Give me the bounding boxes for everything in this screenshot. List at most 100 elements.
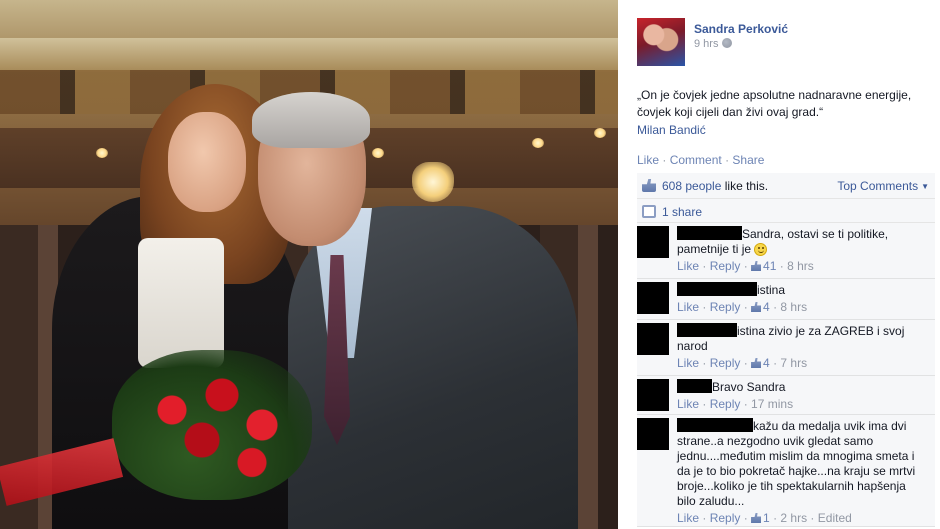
comment-text: istina zivio je za ZAGREB i svoj narod xyxy=(677,323,927,354)
comment-time[interactable]: 17 mins xyxy=(751,397,793,411)
post-photo[interactable] xyxy=(0,0,618,529)
comment-like-link[interactable]: Like xyxy=(677,259,699,273)
likes-suffix: like this. xyxy=(724,179,769,193)
comment-actions: Like · Reply · 1 · 2 hrs · Edited xyxy=(677,511,852,525)
thumbs-up-icon xyxy=(751,261,762,271)
post-actions: Like · Comment · Share xyxy=(637,153,764,167)
redacted-name xyxy=(677,226,742,240)
separator: · xyxy=(725,153,730,167)
comment-body: istina zivio je za ZAGREB i svoj narod L… xyxy=(677,323,927,370)
wall-lamp xyxy=(594,128,606,138)
comment-list: Sandra, ostavi se ti politike, pametnije… xyxy=(637,223,935,527)
thumbs-up-icon xyxy=(751,302,762,312)
comment-like-count[interactable]: 4 xyxy=(751,300,770,314)
woman-blouse xyxy=(138,238,224,368)
shares-count: 1 share xyxy=(662,205,703,219)
man-hair xyxy=(252,92,370,148)
likes-summary: 608 people like this. xyxy=(662,179,768,193)
commenter-avatar-redacted[interactable] xyxy=(637,379,669,411)
top-comments-label: Top Comments xyxy=(837,179,919,193)
comment: Bravo Sandra Like · Reply · 17 mins xyxy=(637,376,935,415)
comment-actions: Like · Reply · 17 mins xyxy=(677,397,794,411)
comment: Sandra, ostavi se ti politike, pametnije… xyxy=(637,223,935,279)
comment-text: Sandra, ostavi se ti politike, pametnije… xyxy=(677,226,927,257)
share-link[interactable]: Share xyxy=(732,153,764,167)
comment: kažu da medalja uvik ima dvi strane..a n… xyxy=(637,415,935,527)
smiley-icon xyxy=(754,243,768,256)
comment-like-count-value: 41 xyxy=(763,259,777,273)
comment-reply-link[interactable]: Reply xyxy=(710,300,741,314)
comment-like-count[interactable]: 1 xyxy=(751,511,770,525)
comment: istina zivio je za ZAGREB i svoj narod L… xyxy=(637,320,935,376)
comment-like-link[interactable]: Like xyxy=(677,397,699,411)
comment-link[interactable]: Comment xyxy=(670,153,722,167)
comment-message: kažu da medalja uvik ima dvi strane..a n… xyxy=(677,419,916,508)
globe-icon[interactable] xyxy=(722,38,733,48)
thumbs-up-icon xyxy=(642,179,656,192)
post-text: „On je čovjek jedne apsolutne nadnaravne… xyxy=(637,88,912,119)
comment-body: istina Like · Reply · 4 · 8 hrs xyxy=(677,282,927,314)
comment-reply-link[interactable]: Reply xyxy=(710,511,741,525)
shares-count-link[interactable]: 1 share xyxy=(662,205,702,219)
commenter-avatar-redacted[interactable] xyxy=(637,282,669,314)
comment-message: Bravo Sandra xyxy=(712,380,786,394)
shares-bar: 1 share xyxy=(637,199,935,223)
wall-lamp xyxy=(372,148,384,158)
comment-like-count[interactable]: 4 xyxy=(751,356,770,370)
comment-like-link[interactable]: Like xyxy=(677,511,699,525)
comment-actions: Like · Reply · 41 · 8 hrs xyxy=(677,259,814,273)
post-sidebar: Sandra Perković 9 hrs „On je čovjek jedn… xyxy=(618,0,940,529)
comment-like-count-value: 1 xyxy=(763,511,770,525)
comment: istina Like · Reply · 4 · 8 hrs xyxy=(637,279,935,320)
post-time[interactable]: 9 hrs xyxy=(694,38,718,50)
comment-reply-link[interactable]: Reply xyxy=(710,356,741,370)
comment-like-link[interactable]: Like xyxy=(677,356,699,370)
comment-edited-label[interactable]: Edited xyxy=(818,511,852,525)
separator: · xyxy=(662,153,667,167)
comment-like-count[interactable]: 41 xyxy=(751,259,776,273)
wall-lamp xyxy=(96,148,108,158)
commenter-avatar-redacted[interactable] xyxy=(637,323,669,355)
redacted-name xyxy=(677,282,757,296)
commenter-avatar-redacted[interactable] xyxy=(637,418,669,450)
share-icon xyxy=(642,205,656,218)
comment-text: Bravo Sandra xyxy=(677,379,927,395)
comment-body: Bravo Sandra Like · Reply · 17 mins xyxy=(677,379,927,411)
comment-time[interactable]: 2 hrs xyxy=(780,511,807,525)
theater-balcony xyxy=(0,38,618,72)
redacted-name xyxy=(677,418,753,432)
thumbs-up-icon xyxy=(751,513,762,523)
comment-text: istina xyxy=(677,282,927,298)
comment-like-count-value: 4 xyxy=(763,300,770,314)
chandelier xyxy=(412,162,454,202)
comment-time[interactable]: 8 hrs xyxy=(787,259,814,273)
comment-text: kažu da medalja uvik ima dvi strane..a n… xyxy=(677,418,927,509)
author-avatar[interactable] xyxy=(637,18,685,66)
thumbs-up-icon xyxy=(751,358,762,368)
rose-bouquet xyxy=(112,350,312,500)
redacted-name xyxy=(677,323,737,337)
comment-message: istina xyxy=(757,283,786,297)
likes-count-link[interactable]: 608 people xyxy=(662,179,721,193)
likes-bar: 608 people like this. Top Comments ▼ xyxy=(637,173,935,199)
comment-body: kažu da medalja uvik ima dvi strane..a n… xyxy=(677,418,927,525)
comment-reply-link[interactable]: Reply xyxy=(710,259,741,273)
post-meta: 9 hrs xyxy=(694,38,733,50)
tagged-person-link[interactable]: Milan Bandić xyxy=(637,123,706,137)
like-link[interactable]: Like xyxy=(637,153,659,167)
comment-body: Sandra, ostavi se ti politike, pametnije… xyxy=(677,226,927,273)
wall-lamp xyxy=(532,138,544,148)
commenter-avatar-redacted[interactable] xyxy=(637,226,669,258)
author-name[interactable]: Sandra Perković xyxy=(694,22,788,36)
comment-like-link[interactable]: Like xyxy=(677,300,699,314)
comment-time[interactable]: 8 hrs xyxy=(780,300,807,314)
redacted-name xyxy=(677,379,712,393)
comment-actions: Like · Reply · 4 · 8 hrs xyxy=(677,300,808,314)
comment-reply-link[interactable]: Reply xyxy=(710,397,741,411)
top-comments-dropdown[interactable]: Top Comments ▼ xyxy=(837,179,929,193)
comment-actions: Like · Reply · 4 · 7 hrs xyxy=(677,356,808,370)
caret-down-icon: ▼ xyxy=(921,182,929,191)
comment-time[interactable]: 7 hrs xyxy=(780,356,807,370)
comment-like-count-value: 4 xyxy=(763,356,770,370)
woman-face xyxy=(168,112,246,212)
